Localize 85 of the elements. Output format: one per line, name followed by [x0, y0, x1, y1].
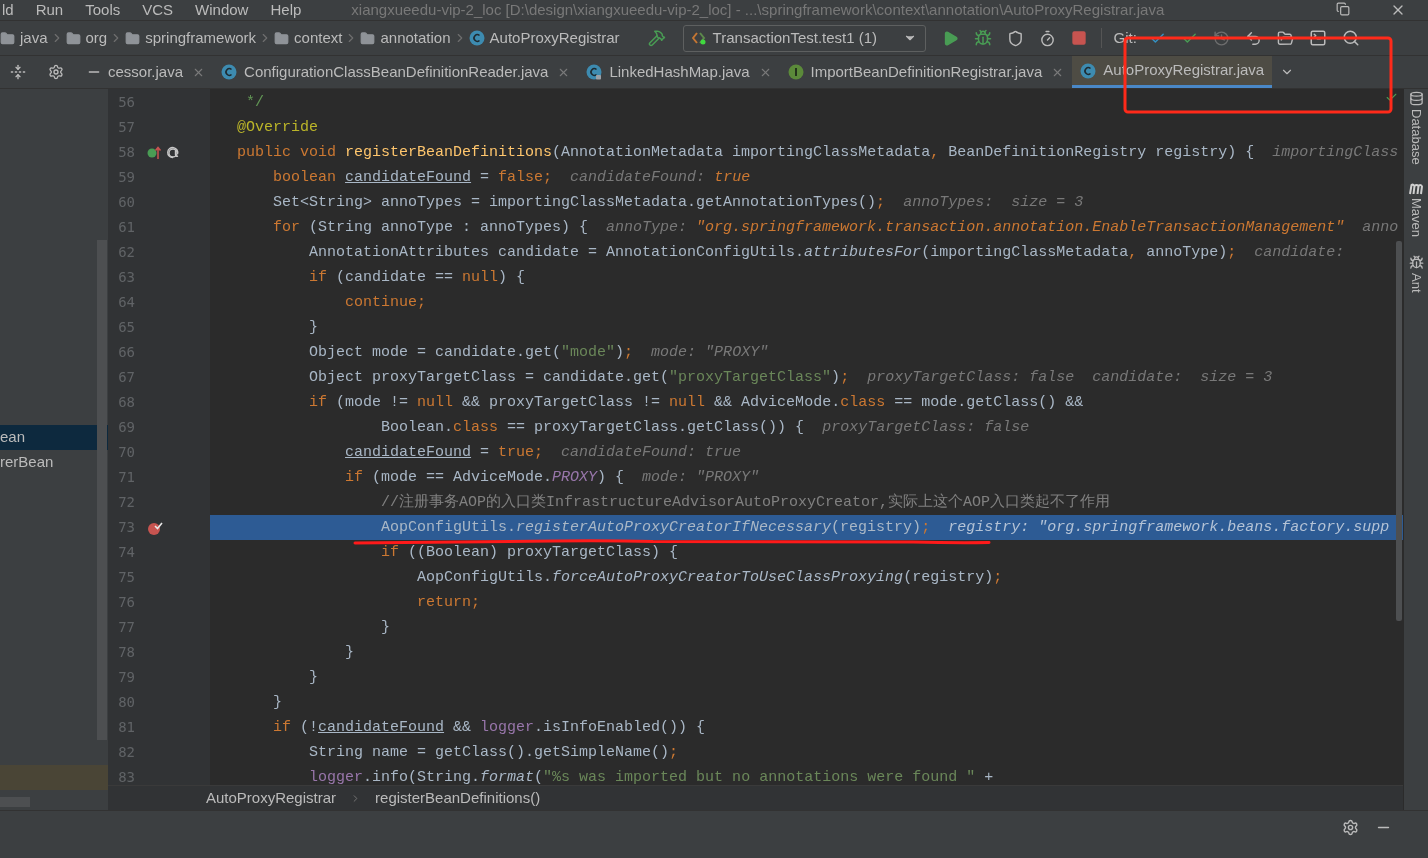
code-line: Object mode = candidate.get("mode"); mode: "PROXY" [308, 344, 769, 361]
editor-tab[interactable]: ConfigurationClassBeanDefinitionReader.java [213, 56, 579, 88]
editor-tab[interactable]: cessor.java [108, 56, 214, 88]
breadcrumb-item[interactable]: springframework [125, 26, 257, 50]
code-line: } [272, 694, 282, 711]
code-line: Boolean.class == proxyTargetClass.getClass()) { proxyTargetClass: false [380, 419, 1030, 436]
window-title: xiangxueedu-vip-2_loc [D:\design\xiangxueedu-vip-2_loc] - ...\springframework\context\annotation\AutoProxyRegistrar.java [351, 0, 1165, 20]
breadcrumb-item[interactable]: annotation [360, 26, 451, 50]
locked-class-icon [586, 64, 603, 80]
project-structure-icon[interactable] [1276, 29, 1294, 47]
code-line: String name = getClass().getSimpleName(); [308, 744, 679, 761]
code-line: */ [245, 94, 264, 111]
implements-icon[interactable] [147, 144, 181, 161]
maven-icon [1408, 182, 1424, 195]
code-line: if (mode != null && proxyTargetClass != null && AdviceMode.class == mode.getClass() && [308, 394, 1084, 411]
scrollbar-thumb[interactable] [97, 240, 107, 740]
no-problems-icon [1385, 91, 1398, 104]
code-line: continue; [344, 294, 427, 311]
menu-item[interactable]: VCS [142, 0, 174, 20]
run-config-icon [691, 31, 706, 45]
class-icon [221, 64, 238, 80]
breadcrumb-item[interactable]: AutoProxyRegistrar [468, 26, 620, 50]
stop-icon[interactable] [1070, 30, 1087, 46]
project-tree-item[interactable]: rerBean [0, 450, 108, 475]
menu-item[interactable]: ld [2, 0, 14, 20]
coverage-icon[interactable] [1006, 29, 1024, 47]
editor-tab[interactable]: ImportBeanDefinitionRegistrar.java [779, 56, 1073, 88]
code-line: if ((Boolean) proxyTargetClass) { [380, 544, 679, 561]
breadcrumb-item[interactable]: context [274, 26, 343, 50]
restore-icon[interactable] [1336, 2, 1350, 16]
search-icon[interactable] [1341, 29, 1360, 47]
tool-window-button[interactable]: Database [1406, 89, 1426, 165]
editor-breadcrumb[interactable]: registerBeanDefinitions() [375, 786, 541, 810]
folder-icon [0, 30, 15, 46]
code-line: AnnotationAttributes candidate = AnnotationConfigUtils.attributesFor(importingClassMetadata, annoType); candidate: [308, 244, 1345, 261]
breadcrumb-item[interactable]: java [0, 26, 48, 50]
code-line: Object proxyTargetClass = candidate.get("proxyTargetClass"); proxyTargetClass: false candidate: size = 3 [308, 369, 1273, 386]
code-line: } [308, 319, 318, 336]
code-line: } [380, 619, 391, 636]
tool-window-button[interactable]: Maven [1406, 180, 1426, 237]
menu-item[interactable]: Window [195, 0, 249, 20]
ant-icon [1408, 254, 1424, 270]
code-line: public void registerBeanDefinitions(AnnotationMetadata importingClassMetadata, BeanDefinitionRegistry registry) { importingClass [237, 144, 1399, 161]
collapse-icon[interactable] [10, 64, 26, 80]
history-icon[interactable] [1212, 29, 1230, 47]
folder-icon [65, 30, 81, 46]
code-line: if (!candidateFound && logger.isInfoEnabled()) { [272, 719, 706, 736]
code-line: } [308, 669, 318, 686]
project-tree-item[interactable]: ean [0, 425, 108, 450]
menu-item[interactable]: Run [35, 0, 64, 20]
code-line: for (String annoType : annoTypes) { annoType: "org.springframework.transaction.annotation.EnableTransactionManagement" anno [272, 219, 1399, 236]
code-line: boolean candidateFound = false; candidateFound: true [272, 169, 751, 186]
code-line: if (candidate == null) { [308, 269, 526, 286]
editor-breadcrumb[interactable]: AutoProxyRegistrar [206, 786, 337, 810]
tool-window-button[interactable]: Ant [1406, 252, 1426, 293]
menu-item[interactable]: Help [270, 0, 302, 20]
interface-icon [787, 64, 804, 80]
scrollbar-thumb[interactable] [1396, 241, 1402, 621]
run-configuration-dropdown[interactable]: TransactionTest.test1 (1) [682, 24, 926, 52]
code-line: return; [416, 594, 481, 611]
code-line: //注册事务AOP的入口类InfrastructureAdvisorAutoProxyCreator,实际上这个AOP入口类起不了作用 [380, 494, 1111, 511]
code-line: Set<String> annoTypes = importingClassMetadata.getAnnotationTypes(); annoTypes: size = 3 [272, 194, 1084, 211]
menu-item[interactable]: Tools [85, 0, 121, 20]
folder-icon [360, 30, 376, 46]
build-icon[interactable] [647, 29, 666, 47]
code-line: @Override [237, 119, 318, 136]
code-line: } [344, 644, 355, 661]
code-line: if (mode == AdviceMode.PROXY) { mode: "PROXY" [344, 469, 760, 486]
settings-icon[interactable] [48, 64, 64, 80]
code-line: logger.info(String.format("%s was imported but no annotations were found " + [308, 769, 994, 785]
folder-icon [125, 30, 141, 46]
class-icon [1080, 62, 1097, 79]
breadcrumb-item[interactable]: org [65, 26, 108, 50]
settings-icon[interactable] [1342, 819, 1359, 836]
editor-tab[interactable]: LinkedHashMap.java [578, 56, 780, 88]
terminal-icon[interactable] [1308, 29, 1327, 47]
class-icon [468, 30, 485, 46]
folder-icon [274, 30, 290, 46]
code-line: candidateFound = true; candidateFound: true [344, 444, 742, 461]
code-line: AopConfigUtils.forceAutoProxyCreatorToUseClassProxying(registry); [416, 569, 1003, 586]
debug-icon[interactable] [973, 29, 992, 47]
code-line: AopConfigUtils.registerAutoProxyCreatorIfNecessary(registry); registry: "org.springframework.beans.factory.supp [380, 519, 1390, 536]
profiler-icon[interactable] [1038, 29, 1056, 47]
revert-icon[interactable] [1244, 29, 1262, 47]
database-icon [1408, 91, 1424, 106]
